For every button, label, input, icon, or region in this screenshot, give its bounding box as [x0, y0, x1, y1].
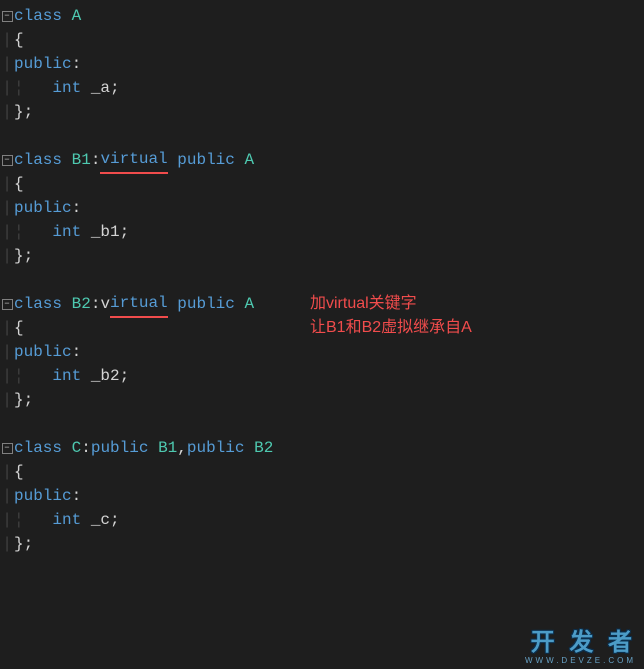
code-line: |{ [0, 28, 644, 52]
semicolon: ; [110, 508, 120, 532]
colon: : [72, 52, 82, 76]
code-line: |public: [0, 484, 644, 508]
semicolon: ; [120, 364, 130, 388]
class-name: C [72, 436, 82, 460]
keyword-int: int [52, 220, 81, 244]
keyword-public: public [14, 484, 72, 508]
code-line: |public: [0, 196, 644, 220]
colon: : [81, 436, 91, 460]
semicolon: ; [120, 220, 130, 244]
colon: : [91, 148, 101, 172]
brace: { [14, 28, 24, 52]
fold-icon[interactable]: − [2, 443, 13, 454]
member-var: _a [91, 76, 110, 100]
keyword-public: public [187, 436, 245, 460]
blank-line [0, 268, 644, 292]
brace: { [14, 316, 24, 340]
code-line: |}; [0, 100, 644, 124]
member-var: _c [91, 508, 110, 532]
keyword-int: int [52, 364, 81, 388]
brace: } [14, 100, 24, 124]
code-line: |{ [0, 460, 644, 484]
code-line: |public: [0, 52, 644, 76]
watermark-sub: WWW.DEVZE.COM [525, 655, 636, 667]
code-line: |¦ int _b1; [0, 220, 644, 244]
brace: { [14, 172, 24, 196]
code-editor: − class A |{ |public: |¦ int _a; |}; − c… [0, 0, 644, 560]
annotation-line1: 加virtual关键字 [310, 292, 472, 316]
code-line: |{ [0, 172, 644, 196]
semicolon: ; [24, 100, 34, 124]
code-line: − class A [0, 4, 644, 28]
keyword-virtual: irtual [110, 291, 168, 318]
member-var: _b1 [91, 220, 120, 244]
keyword-public: public [177, 148, 235, 172]
colon: : [72, 340, 82, 364]
keyword-int: int [52, 76, 81, 100]
code-line: |}; [0, 532, 644, 556]
member-var: _b2 [91, 364, 120, 388]
keyword-class: class [14, 436, 62, 460]
annotation-line2: 让B1和B2虚拟继承自A [310, 316, 472, 340]
blank-line [0, 412, 644, 436]
code-line: |}; [0, 388, 644, 412]
keyword-class: class [14, 292, 62, 316]
code-line: − class C:public B1,public B2 [0, 436, 644, 460]
code-line: |¦ int _c; [0, 508, 644, 532]
keyword-public: public [14, 340, 72, 364]
code-line: |}; [0, 244, 644, 268]
fold-icon[interactable]: − [2, 11, 13, 22]
blank-line [0, 124, 644, 148]
class-name: B2 [72, 292, 91, 316]
semicolon: ; [24, 532, 34, 556]
colon: : [72, 196, 82, 220]
keyword-class: class [14, 148, 62, 172]
code-line: |public: [0, 340, 644, 364]
keyword-int: int [52, 508, 81, 532]
base-class: B1 [158, 436, 177, 460]
base-class: A [244, 292, 254, 316]
keyword-public: public [14, 52, 72, 76]
keyword-class: class [14, 4, 62, 28]
base-class: B2 [254, 436, 273, 460]
colon: : [72, 484, 82, 508]
class-name: B1 [72, 148, 91, 172]
brace: } [14, 244, 24, 268]
semicolon: ; [24, 388, 34, 412]
code-line: |¦ int _a; [0, 76, 644, 100]
keyword-virtual: virtual [100, 147, 167, 174]
semicolon: ; [110, 76, 120, 100]
keyword-public: public [91, 436, 149, 460]
class-name: A [72, 4, 82, 28]
keyword-public: public [177, 292, 235, 316]
brace: } [14, 388, 24, 412]
keyword-public: public [14, 196, 72, 220]
code-line: |¦ int _b2; [0, 364, 644, 388]
colon: : [91, 292, 101, 316]
base-class: A [244, 148, 254, 172]
fold-icon[interactable]: − [2, 155, 13, 166]
fold-icon[interactable]: − [2, 299, 13, 310]
comma: , [177, 436, 187, 460]
code-line: − class B1:virtual public A [0, 148, 644, 172]
annotation-text: 加virtual关键字 让B1和B2虚拟继承自A [310, 292, 472, 340]
brace: } [14, 532, 24, 556]
brace: { [14, 460, 24, 484]
semicolon: ; [24, 244, 34, 268]
